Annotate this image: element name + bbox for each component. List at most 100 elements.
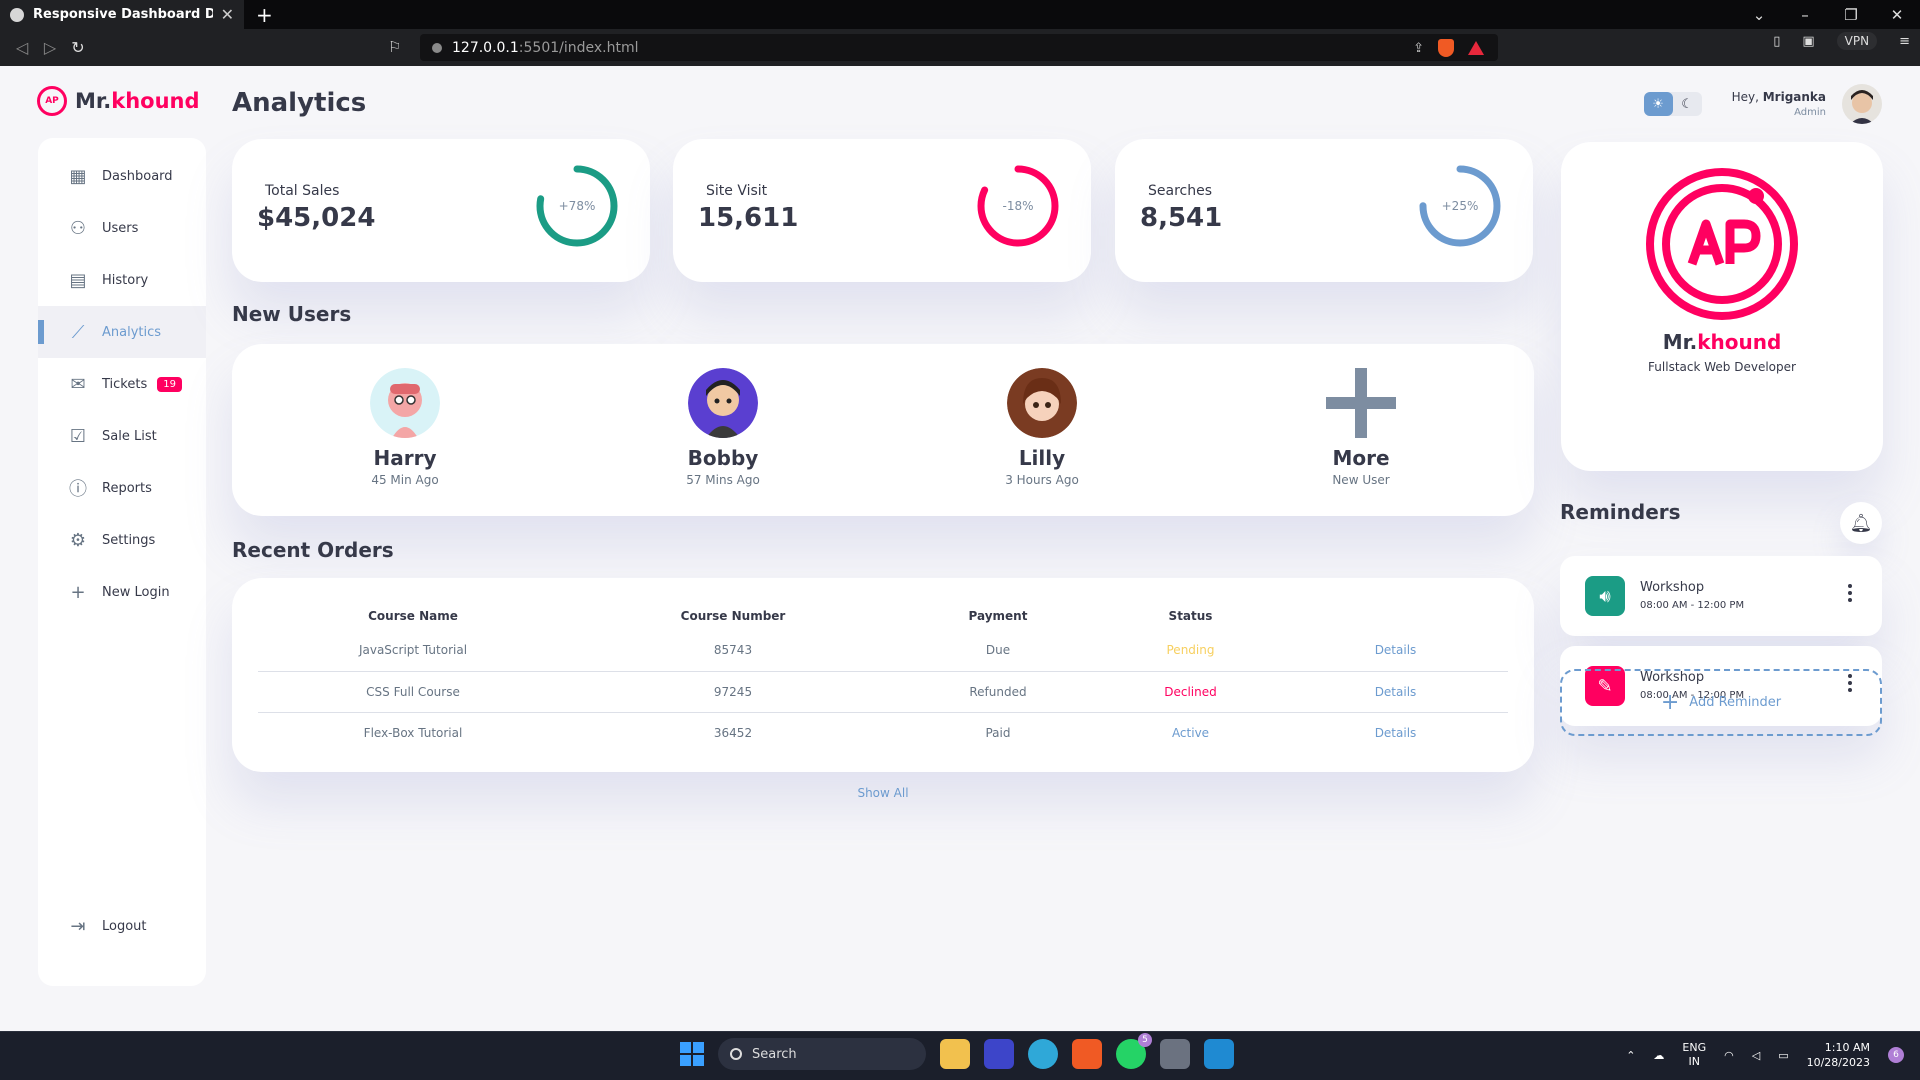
sidebar-item-analytics[interactable]: ⟋ Analytics bbox=[38, 306, 206, 358]
new-users-heading: New Users bbox=[232, 302, 352, 326]
course-number: 97245 bbox=[568, 671, 898, 713]
sidebar-item-dashboard[interactable]: ▦ Dashboard bbox=[38, 150, 206, 202]
brave-shield-icon[interactable] bbox=[1438, 39, 1454, 57]
user-time: New User bbox=[1332, 473, 1390, 487]
stat-value: $45,024 bbox=[257, 203, 376, 233]
profile-avatar[interactable] bbox=[1842, 84, 1882, 124]
column-header: Course Name bbox=[368, 609, 458, 623]
details-link[interactable]: Details bbox=[1283, 630, 1508, 672]
clock[interactable]: 1:10 AM 10/28/2023 bbox=[1807, 1040, 1870, 1070]
user-bobby[interactable]: Bobby 57 Mins Ago bbox=[643, 368, 803, 487]
user-harry[interactable]: Harry 45 Min Ago bbox=[325, 368, 485, 487]
user-role: Admin bbox=[1794, 107, 1826, 118]
recent-orders-heading: Recent Orders bbox=[232, 538, 394, 562]
vpn-button[interactable]: VPN bbox=[1836, 32, 1878, 50]
notification-badge[interactable]: 6 bbox=[1888, 1047, 1904, 1063]
plus-icon bbox=[1326, 368, 1396, 438]
column-header bbox=[1283, 602, 1508, 630]
brave-icon[interactable] bbox=[1072, 1039, 1102, 1069]
edge-icon[interactable] bbox=[1028, 1039, 1058, 1069]
recent-orders-card: Course Name Course Number Payment Status… bbox=[232, 578, 1534, 772]
restore-button[interactable]: ❐ bbox=[1828, 6, 1874, 24]
avatar bbox=[688, 368, 758, 438]
unity-icon[interactable] bbox=[1160, 1039, 1190, 1069]
sidebar-item-users[interactable]: ⚇ Users bbox=[38, 202, 206, 254]
reload-button[interactable]: ↻ bbox=[64, 38, 92, 57]
forward-button[interactable]: ▷ bbox=[36, 38, 64, 57]
sidebar-toggle-icon[interactable]: ▯ bbox=[1773, 34, 1780, 49]
share-icon[interactable]: ⇪ bbox=[1413, 41, 1424, 56]
stat-value: 15,611 bbox=[698, 203, 799, 233]
reminder-title: Workshop bbox=[1640, 580, 1705, 595]
wifi-icon[interactable]: ◠ bbox=[1724, 1049, 1734, 1062]
back-button[interactable]: ◁ bbox=[8, 38, 36, 57]
orders-table: Course Name Course Number Payment Status… bbox=[258, 602, 1508, 753]
language-indicator[interactable]: ENG IN bbox=[1682, 1041, 1706, 1069]
reminder-item[interactable]: 🔊︎ Workshop 08:00 AM - 12:00 PM bbox=[1560, 556, 1882, 636]
more-users-button[interactable]: More New User bbox=[1281, 368, 1441, 487]
volume-icon[interactable]: ◁ bbox=[1752, 1049, 1760, 1062]
sidebar-item-sale-list[interactable]: ☑ Sale List bbox=[38, 410, 206, 462]
stat-label: Searches bbox=[1148, 183, 1213, 199]
sidebar-item-settings[interactable]: ⚙ Settings bbox=[38, 514, 206, 566]
tab-list-chevron-icon[interactable]: ⌄ bbox=[1736, 6, 1782, 24]
battery-icon[interactable]: ▭ bbox=[1778, 1049, 1788, 1062]
course-number: 85743 bbox=[568, 630, 898, 672]
notification-button[interactable]: 🔔︎ bbox=[1840, 502, 1882, 544]
dashboard-page: AP Mr.khound ▦ Dashboard ⚇ Users ▤ Histo… bbox=[0, 66, 1920, 1031]
close-tab-icon[interactable]: ✕ bbox=[221, 5, 234, 24]
payment: Refunded bbox=[898, 671, 1098, 713]
taskbar-search[interactable]: Search bbox=[718, 1038, 926, 1070]
add-reminder-button[interactable]: + Add Reminder bbox=[1560, 669, 1882, 736]
status: Declined bbox=[1098, 671, 1283, 713]
bookmark-icon[interactable]: ⚐ bbox=[388, 38, 401, 56]
dark-mode-icon[interactable]: ☾ bbox=[1673, 92, 1702, 116]
browser-tab-bar: Responsive Dashboard Design ✕ + ⌄ – ❐ ✕ bbox=[0, 0, 1920, 29]
brave-rewards-icon[interactable] bbox=[1468, 41, 1484, 55]
search-icon bbox=[730, 1048, 742, 1060]
app-icon[interactable] bbox=[984, 1039, 1014, 1069]
stat-percent: +25% bbox=[1441, 199, 1479, 213]
user-name: Lilly bbox=[1018, 446, 1066, 470]
site-info-icon[interactable] bbox=[432, 42, 442, 53]
reminders-heading: Reminders bbox=[1560, 500, 1681, 524]
stat-percent: -18% bbox=[1002, 199, 1034, 213]
minimize-button[interactable]: – bbox=[1782, 6, 1828, 24]
status: Active bbox=[1171, 725, 1210, 740]
plus-icon: + bbox=[1660, 690, 1680, 715]
details-link[interactable]: Details bbox=[1283, 671, 1508, 713]
table-row: Flex-Box Tutorial 36452 Paid Active Deta… bbox=[258, 712, 1508, 753]
user-lilly[interactable]: Lilly 3 Hours Ago bbox=[962, 368, 1122, 487]
chevron-up-icon[interactable]: ⌃ bbox=[1626, 1049, 1635, 1062]
column-header: Payment bbox=[968, 609, 1028, 623]
vscode-icon[interactable] bbox=[1204, 1039, 1234, 1069]
close-window-button[interactable]: ✕ bbox=[1874, 6, 1920, 24]
course-number: 36452 bbox=[713, 725, 753, 740]
show-all-link[interactable]: Show All bbox=[232, 786, 1534, 800]
sidebar-item-reports[interactable]: ⓘ Reports bbox=[38, 462, 206, 514]
start-button[interactable] bbox=[680, 1042, 704, 1066]
url-field[interactable]: 127.0.0.1 :5501/index.html ⇪ bbox=[420, 34, 1498, 61]
new-tab-button[interactable]: + bbox=[256, 3, 273, 27]
dashboard-icon: ▦ bbox=[69, 165, 87, 187]
menu-icon[interactable]: ≡ bbox=[1899, 34, 1910, 49]
stat-value: 8,541 bbox=[1140, 203, 1223, 233]
details-link[interactable]: Details bbox=[1283, 712, 1508, 753]
brand[interactable]: AP Mr.khound bbox=[37, 86, 200, 116]
avatar bbox=[370, 368, 440, 438]
file-explorer-icon[interactable] bbox=[940, 1039, 970, 1069]
reminder-time: 08:00 AM - 12:00 PM bbox=[1640, 600, 1745, 611]
sidebar-item-logout[interactable]: ⇥ Logout bbox=[38, 900, 206, 952]
whatsapp-icon[interactable]: 5 bbox=[1116, 1033, 1152, 1069]
onedrive-icon[interactable]: ☁ bbox=[1653, 1049, 1664, 1062]
whatsapp-badge: 5 bbox=[1138, 1033, 1152, 1047]
more-vert-icon[interactable] bbox=[1848, 584, 1852, 605]
wallet-icon[interactable]: ▣ bbox=[1802, 34, 1814, 49]
light-mode-icon[interactable]: ☀ bbox=[1643, 92, 1673, 116]
sidebar-item-tickets[interactable]: ✉ Tickets 19 bbox=[38, 358, 206, 410]
url-path: :5501/index.html bbox=[518, 39, 639, 56]
sidebar-item-new-login[interactable]: + New Login bbox=[38, 566, 206, 618]
sidebar-item-history[interactable]: ▤ History bbox=[38, 254, 206, 306]
browser-tab[interactable]: Responsive Dashboard Design ✕ bbox=[0, 0, 244, 29]
theme-toggle[interactable]: ☀ ☾ bbox=[1643, 92, 1702, 116]
